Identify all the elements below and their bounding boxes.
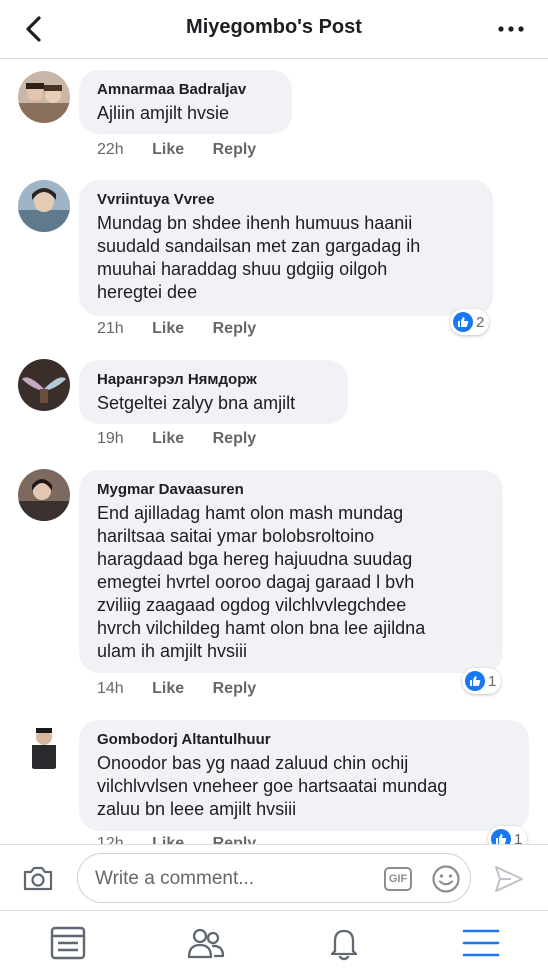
comment-input[interactable]: Write a comment... GIF: [77, 853, 471, 903]
comment-author[interactable]: Vvriintuya Vvree: [97, 190, 475, 210]
friends-icon: [187, 928, 225, 959]
like-link[interactable]: Like: [152, 835, 184, 844]
comment-text: Setgeltei zalyy bna amjilt: [97, 393, 296, 413]
reply-link[interactable]: Reply: [213, 141, 257, 158]
comment-bubble[interactable]: Vvriintuya Vvree Mundag bn shdee ihenh h…: [79, 180, 493, 316]
bottom-navigation: [0, 910, 548, 976]
like-link[interactable]: Like: [152, 680, 184, 697]
avatar[interactable]: [18, 469, 70, 521]
comment-bubble[interactable]: Gombodorj Altantulhuur Onoodor bas yg na…: [79, 720, 529, 831]
thumbs-up-icon: [465, 671, 485, 691]
nav-friends[interactable]: [184, 923, 228, 963]
comment-actions: 12h Like Reply: [97, 835, 280, 844]
comment-text: Onoodor bas yg naad zaluud chin ochij vi…: [97, 753, 448, 819]
comment-actions: 14h Like Reply: [97, 680, 280, 698]
comment-composer: Write a comment... GIF: [0, 844, 548, 911]
comment-author[interactable]: Mygmar Davaasuren: [97, 480, 485, 500]
camera-icon: [23, 866, 53, 891]
news-feed-icon: [50, 926, 86, 960]
smiley-icon: [432, 865, 460, 893]
comment-bubble[interactable]: Amnarmaa Badraljav Ajliin amjilt hvsie: [79, 70, 292, 134]
reaction-count: 2: [476, 313, 485, 331]
emoji-button[interactable]: [431, 864, 461, 894]
comment-time: 21h: [97, 320, 124, 337]
nav-news-feed[interactable]: [46, 923, 90, 963]
post-header: Miyegombo's Post: [0, 0, 548, 59]
comment-time: 14h: [97, 680, 124, 697]
reply-link[interactable]: Reply: [213, 430, 257, 447]
reaction-count: 1: [488, 672, 497, 690]
comment-text: Ajliin amjilt hvsie: [97, 103, 230, 123]
comment-actions: 19h Like Reply: [97, 430, 280, 448]
comment-author[interactable]: Gombodorj Altantulhuur: [97, 730, 511, 750]
gif-button[interactable]: GIF: [384, 867, 412, 891]
reply-link[interactable]: Reply: [213, 680, 257, 697]
comment-input-placeholder: Write a comment...: [95, 868, 255, 889]
camera-button[interactable]: [22, 864, 54, 892]
reaction-count-badge[interactable]: 2: [450, 309, 490, 335]
thumbs-up-icon: [491, 829, 511, 844]
like-link[interactable]: Like: [152, 430, 184, 447]
avatar[interactable]: [18, 719, 70, 771]
more-horizontal-icon: [498, 26, 524, 32]
thumbs-up-icon: [453, 312, 473, 332]
reply-link[interactable]: Reply: [213, 320, 257, 337]
avatar[interactable]: [18, 180, 70, 232]
reaction-count: 1: [514, 830, 523, 845]
comment-list[interactable]: Amnarmaa Badraljav Ajliin amjilt hvsie 2…: [0, 59, 548, 844]
like-link[interactable]: Like: [152, 320, 184, 337]
comment-author[interactable]: Amnarmaa Badraljav: [97, 80, 274, 100]
comment-author[interactable]: Нарангэрэл Нямдорж: [97, 370, 330, 390]
menu-icon: [462, 929, 500, 957]
reaction-count-badge[interactable]: 1: [488, 826, 528, 845]
like-link[interactable]: Like: [152, 141, 184, 158]
nav-notifications[interactable]: [322, 923, 366, 963]
comment-text: Mundag bn shdee ihenh humuus haanii suud…: [97, 213, 421, 302]
send-icon: [495, 866, 523, 892]
comment-text: End ajilladag hamt olon mash mundag hari…: [97, 503, 426, 661]
comment-actions: 21h Like Reply: [97, 320, 280, 338]
comment-time: 19h: [97, 430, 124, 447]
comment-bubble[interactable]: Нарангэрэл Нямдорж Setgeltei zalyy bna a…: [79, 360, 348, 424]
reply-link[interactable]: Reply: [213, 835, 257, 844]
comment-bubble[interactable]: Mygmar Davaasuren End ajilladag hamt olo…: [79, 470, 503, 673]
more-options-button[interactable]: [496, 18, 526, 40]
comment-actions: 22h Like Reply: [97, 141, 280, 159]
comment-time: 12h: [97, 835, 124, 844]
avatar[interactable]: [18, 71, 70, 123]
bell-icon: [330, 925, 358, 961]
send-button[interactable]: [493, 864, 525, 894]
reaction-count-badge[interactable]: 1: [462, 668, 502, 694]
comment-time: 22h: [97, 141, 124, 158]
avatar[interactable]: [18, 359, 70, 411]
page-title: Miyegombo's Post: [186, 16, 362, 38]
nav-menu[interactable]: [459, 923, 503, 963]
